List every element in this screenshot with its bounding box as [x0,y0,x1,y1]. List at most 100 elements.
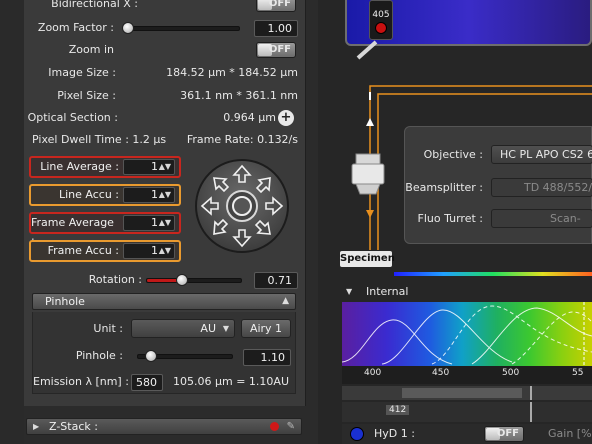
frame-accu-label: Frame Accu : [47,244,119,257]
line-accu-label: Line Accu : [58,188,119,201]
tick-label: 400 [364,368,382,378]
bidirectional-label: Bidirectional X : [51,0,138,10]
left-strip [0,0,24,444]
optics-settings-box: Objective : HC PL APO CS2 6 Beamsplitter… [404,126,592,244]
emission-label: Emission λ [nm] : [33,375,129,388]
objective-dropdown[interactable]: HC PL APO CS2 6 [491,145,592,164]
frame-average-spinner[interactable]: 1 ▲▼ [123,215,175,231]
unit-dropdown[interactable]: AU ▼ [131,319,235,338]
image-size-label: Image Size : [48,66,116,79]
spinner-value: 1 [151,244,158,257]
detector-number: 412 [386,405,410,415]
unit-label: Unit : [93,322,123,335]
spectrum-curves [341,302,592,366]
pan-navigation-wheel[interactable] [194,158,290,254]
internal-section-header[interactable]: ▼ Internal [340,284,592,300]
zoom-factor-slider-knob[interactable] [122,22,134,34]
line-average-group: Line Average : 1 ▲▼ [29,156,181,178]
rotation-label: Rotation : [88,273,142,286]
collapse-arrow-icon[interactable]: ▲ [282,294,289,309]
zoom-in-toggle[interactable]: OFF [256,42,296,58]
rotation-row: Rotation : 0.71 [24,270,306,290]
optical-section-row: Optical Section : 0.964 µm + [24,108,306,128]
optical-section-label: Optical Section : [27,111,118,124]
frame-accu-spinner[interactable]: 1 ▲▼ [123,243,175,259]
unit-dropdown-value: AU [200,322,216,335]
line-accu-group: Line Accu : 1 ▲▼ [29,184,181,206]
fluo-turret-dropdown[interactable]: Scan- [491,209,592,228]
image-size-row: Image Size : 184.52 µm * 184.52 µm [24,63,306,83]
image-size-value: 184.52 µm * 184.52 µm [166,66,298,79]
toggle-text: OFF [268,44,291,55]
spinner-arrows-icon[interactable]: ▲▼ [159,160,171,174]
laser-line-label: 405 [372,10,390,20]
pinhole-section-header[interactable]: Pinhole ▲ [32,293,296,310]
z-stack-title: Z-Stack : [49,420,98,433]
detector-row: HyD 1 : OFF Gain [% [342,424,592,444]
detector-band-row: 412 [342,402,592,422]
zoom-factor-row: Zoom Factor : 1.00 [24,18,306,38]
optical-section-value: 0.964 µm [223,111,276,124]
zoom-factor-input[interactable]: 1.00 [254,20,298,37]
emission-result: 105.06 µm = 1.10AU [173,375,289,388]
range-marker [530,402,532,422]
zoom-in-label: Zoom in [68,43,114,56]
frame-average-group: Frame Average : 1 ▲▼ [29,212,181,247]
zoom-in-row: Zoom in OFF [24,40,306,60]
detector-toggle[interactable]: OFF [484,426,524,442]
chevron-down-icon: ▼ [222,324,229,333]
spinner-value: 1 [151,216,158,229]
detector-name: HyD 1 : [374,427,415,440]
rotation-slider-knob[interactable] [176,274,188,286]
spectrum-divider [394,272,592,276]
range-marker [530,386,532,400]
pixel-size-row: Pixel Size : 361.1 nm * 361.1 nm [24,86,306,106]
z-stack-section-header[interactable]: ▶ Z-Stack : ✎ [26,418,302,435]
pin-icon[interactable]: ✎ [287,419,295,434]
objective-icon [351,153,385,195]
pinhole-input[interactable]: 1.10 [243,349,291,366]
gain-label: Gain [% [548,427,592,440]
toggle-text: OFF [268,0,291,9]
zoom-factor-slider[interactable] [124,26,240,31]
laser-405[interactable]: 405 [369,0,393,40]
emission-spectrum[interactable] [341,302,592,366]
bidirectional-row: Bidirectional X : OFF [24,0,306,14]
pixel-size-value: 361.1 nm * 361.1 nm [180,89,298,102]
bidirectional-toggle[interactable]: OFF [256,0,296,12]
rotation-input[interactable]: 0.71 [254,272,298,289]
line-average-spinner[interactable]: 1 ▲▼ [123,159,175,175]
spinner-arrows-icon[interactable]: ▲▼ [159,216,171,230]
airy-1-button[interactable]: Airy 1 [241,319,291,338]
specimen-label: Specimen [340,251,395,267]
detector-range-fill [402,388,522,398]
zoom-factor-label: Zoom Factor : [37,21,114,34]
pinhole-label: Pinhole : [75,349,123,362]
toggle-text: OFF [496,428,519,439]
collapse-arrow-icon[interactable]: ▼ [346,284,352,300]
pixel-dwell-time: Pixel Dwell Time : 1.2 µs [32,133,167,146]
plus-icon[interactable]: + [278,110,294,126]
expand-arrow-icon[interactable]: ▶ [33,419,39,434]
pinhole-slider-knob[interactable] [145,350,157,362]
rotation-slider[interactable] [146,278,242,283]
emission-input[interactable]: 580 [131,374,163,391]
spinner-arrows-icon[interactable]: ▲▼ [159,244,171,258]
laser-indicator-icon [375,22,387,34]
beamsplitter-dropdown[interactable]: TD 488/552/6 [491,178,592,197]
frame-accu-group: Frame Accu : 1 ▲▼ [29,240,181,262]
pixel-size-label: Pixel Size : [57,89,116,102]
scan-settings-panel: Bidirectional X : OFF Zoom Factor : 1.00… [24,0,306,406]
spinner-arrows-icon[interactable]: ▲▼ [159,188,171,202]
tick-label: 500 [502,368,520,378]
line-accu-spinner[interactable]: 1 ▲▼ [123,187,175,203]
mirror-icon [356,40,378,60]
pinhole-section-title: Pinhole [45,295,85,308]
tick-label: 55 [572,368,584,378]
dwell-row: Pixel Dwell Time : 1.2 µs Frame Rate: 0.… [24,130,306,150]
detector-range-bar[interactable] [342,386,592,400]
info-icon[interactable] [270,422,279,431]
spinner-value: 1 [151,160,158,173]
spinner-value: 1 [151,188,158,201]
line-average-label: Line Average : [40,160,119,173]
